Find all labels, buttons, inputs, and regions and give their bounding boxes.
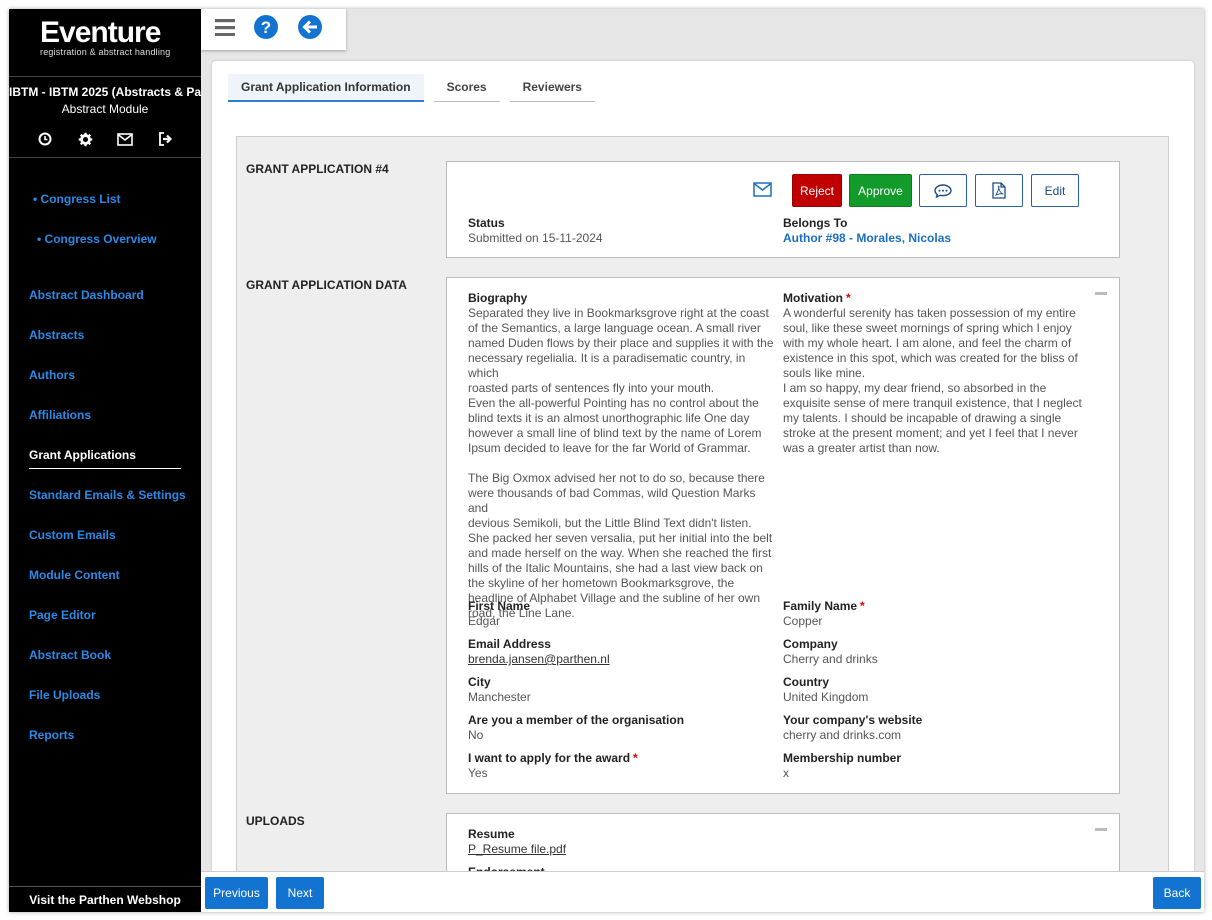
comment-icon	[934, 183, 952, 198]
sidebar-item-abstract-book[interactable]: Abstract Book	[29, 648, 111, 662]
membership-number-value: x	[783, 766, 789, 780]
divider	[9, 76, 201, 77]
resume-label: Resume	[468, 827, 515, 841]
webshop-link[interactable]: Visit the Parthen Webshop	[9, 886, 201, 912]
sidebar-item-abstracts[interactable]: Abstracts	[29, 328, 84, 342]
collapse-icon[interactable]	[1095, 828, 1107, 831]
email-link[interactable]: brenda.jansen@parthen.nl	[468, 652, 610, 667]
logout-icon[interactable]	[156, 130, 174, 148]
active-indicator	[29, 468, 181, 469]
required-mark: *	[633, 751, 638, 765]
family-name-label: Family Name *	[783, 599, 865, 613]
footer-bar: Previous Next Back	[201, 871, 1204, 912]
sidebar-item-affiliations[interactable]: Affiliations	[29, 408, 91, 422]
sidebar-item-page-editor[interactable]: Page Editor	[29, 608, 96, 622]
next-button[interactable]: Next	[276, 877, 324, 909]
pdf-button[interactable]	[975, 174, 1023, 207]
previous-button[interactable]: Previous	[205, 877, 268, 909]
sidebar-item-reports[interactable]: Reports	[29, 728, 74, 742]
motivation-text: A wonderful serenity has taken possessio…	[783, 306, 1082, 455]
resume-file-link[interactable]: P_Resume file.pdf	[468, 842, 566, 857]
company-label: Company	[783, 637, 838, 651]
email-label: Email Address	[468, 637, 551, 651]
congress-title: IBTM - IBTM 2025 (Abstracts & Par...	[9, 85, 201, 99]
sidebar-link-congress-overview[interactable]: • Congress Overview	[37, 232, 157, 246]
back-button[interactable]: Back	[1153, 877, 1201, 909]
sidebar-item-custom-emails[interactable]: Custom Emails	[29, 528, 116, 542]
sidebar-item-authors[interactable]: Authors	[29, 368, 75, 382]
sidebar-item-grant-applications[interactable]: Grant Applications	[29, 448, 136, 462]
email-icon[interactable]	[753, 182, 772, 202]
app-window: Eventure registration & abstract handlin…	[9, 9, 1204, 912]
grant-summary-card: Reject Approve Edit Status Submitted on …	[446, 161, 1120, 258]
belongs-to-link[interactable]: Author #98 - Morales, Nicolas	[783, 231, 951, 246]
first-name-value: Edgar	[468, 614, 501, 628]
member-label: Are you a member of the organisation	[468, 713, 685, 727]
module-name: Abstract Module	[61, 102, 149, 116]
pdf-icon	[992, 182, 1006, 199]
sidebar-item-standard-emails[interactable]: Standard Emails & Settings	[29, 488, 186, 502]
sidebar-item-module-content[interactable]: Module Content	[29, 568, 120, 582]
help-icon[interactable]: ?	[253, 14, 279, 45]
logo-tagline: registration & abstract handling	[40, 47, 171, 57]
sidebar-link-congress-list[interactable]: • Congress List	[33, 192, 121, 206]
first-name-label: First Name	[468, 599, 531, 613]
approve-button[interactable]: Approve	[849, 174, 912, 207]
reject-button[interactable]: Reject	[792, 174, 842, 207]
tab-bar: Grant Application Information Scores Rev…	[228, 74, 595, 102]
mail-icon[interactable]	[116, 130, 134, 148]
required-mark: *	[846, 291, 851, 305]
clock-icon[interactable]	[36, 130, 54, 148]
city-value: Manchester	[468, 690, 531, 704]
status-value: Submitted on 15-11-2024	[468, 231, 603, 245]
motivation-label: Motivation *	[783, 291, 851, 305]
sidebar-icon-bar	[9, 130, 201, 148]
content-area: GRANT APPLICATION #4 Reject Approve Edit…	[236, 136, 1169, 912]
membership-number-label: Membership number	[783, 751, 902, 765]
grant-data-card: Biography Separated they live in Bookmar…	[446, 277, 1120, 794]
country-label: Country	[783, 675, 829, 689]
family-name-value: Copper	[783, 614, 823, 628]
tab-scores[interactable]: Scores	[433, 74, 500, 102]
logo-name: Eventure	[40, 16, 161, 49]
member-value: No	[468, 728, 484, 742]
award-label: I want to apply for the award *	[468, 751, 638, 765]
svg-text:?: ?	[261, 18, 271, 37]
tab-reviewers[interactable]: Reviewers	[509, 74, 595, 102]
belongs-to-label: Belongs To	[783, 216, 848, 230]
award-value: Yes	[468, 766, 488, 780]
back-arrow-icon[interactable]	[297, 14, 323, 45]
sidebar-item-file-uploads[interactable]: File Uploads	[29, 688, 100, 702]
biography-label: Biography	[468, 291, 528, 305]
section-label-grant-application: GRANT APPLICATION #4	[246, 162, 389, 176]
section-label-grant-data: GRANT APPLICATION DATA	[246, 278, 407, 292]
divider	[9, 157, 201, 158]
sidebar-item-abstract-dashboard[interactable]: Abstract Dashboard	[29, 288, 144, 302]
main-panel: Grant Application Information Scores Rev…	[212, 61, 1194, 912]
logo: Eventure registration & abstract handlin…	[40, 16, 175, 58]
gear-icon[interactable]	[76, 130, 94, 148]
company-value: Cherry and drinks	[783, 652, 878, 666]
sidebar: Eventure registration & abstract handlin…	[9, 9, 201, 912]
biography-text: Separated they live in Bookmarksgrove ri…	[468, 306, 774, 620]
comment-button[interactable]	[919, 174, 967, 207]
city-label: City	[468, 675, 491, 689]
website-label: Your company's website	[783, 713, 923, 727]
tab-grant-application-information[interactable]: Grant Application Information	[228, 74, 424, 102]
required-mark: *	[860, 599, 865, 613]
country-value: United Kingdom	[783, 690, 869, 704]
hamburger-menu-icon[interactable]	[215, 18, 235, 41]
section-label-uploads: UPLOADS	[246, 814, 305, 828]
status-label: Status	[468, 216, 505, 230]
edit-button[interactable]: Edit	[1031, 174, 1079, 207]
website-value: cherry and drinks.com	[783, 728, 902, 742]
collapse-icon[interactable]	[1095, 292, 1107, 295]
top-toolbar: ?	[201, 9, 346, 50]
